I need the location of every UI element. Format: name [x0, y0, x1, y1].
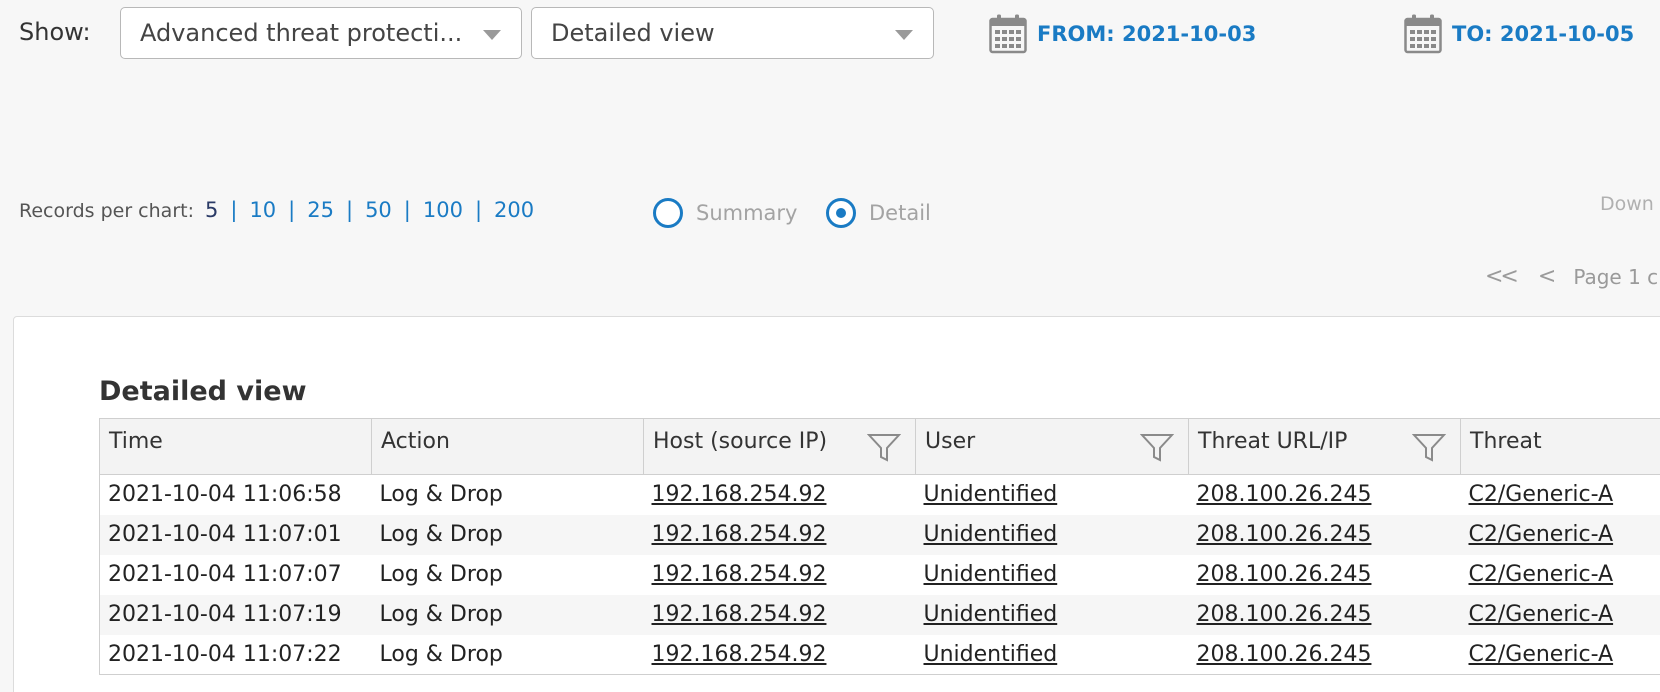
- to-date-picker[interactable]: TO: 2021-10-05: [1404, 14, 1634, 54]
- table-row: 2021-10-04 11:07:19 Log & Drop 192.168.2…: [99, 594, 1660, 635]
- col-header-label: Action: [381, 429, 450, 454]
- filter-icon[interactable]: [866, 433, 902, 469]
- records-per-chart-label: Records per chart:: [19, 200, 194, 222]
- records-option-5[interactable]: 5: [205, 198, 218, 222]
- cell-time: 2021-10-04 11:07:22: [99, 634, 372, 675]
- download-link[interactable]: Down: [1600, 193, 1654, 215]
- separator: |: [230, 198, 238, 222]
- chevron-down-icon: [483, 30, 501, 40]
- cell-action: Log & Drop: [371, 634, 644, 675]
- records-option-25[interactable]: 25: [307, 198, 334, 222]
- from-date-label[interactable]: FROM: 2021-10-03: [1037, 22, 1256, 46]
- col-header-time[interactable]: Time: [99, 418, 372, 475]
- cell-action: Log & Drop: [371, 594, 644, 635]
- cell-action: Log & Drop: [371, 514, 644, 555]
- col-header-threat-url[interactable]: Threat URL/IP: [1188, 418, 1461, 475]
- cell-host-link[interactable]: 192.168.254.92: [643, 514, 916, 555]
- table-row: 2021-10-04 11:07:22 Log & Drop 192.168.2…: [99, 634, 1660, 675]
- cell-user-link[interactable]: Unidentified: [915, 514, 1189, 555]
- cell-host-link[interactable]: 192.168.254.92: [644, 555, 916, 595]
- cell-time: 2021-10-04 11:07:19: [99, 594, 372, 635]
- detail-radio-label: Detail: [869, 201, 931, 225]
- cell-threat-url-link[interactable]: 208.100.26.245: [1189, 555, 1461, 595]
- separator: |: [288, 198, 296, 222]
- cell-threat-link[interactable]: C2/Generic-A: [1461, 475, 1660, 515]
- view-type-select[interactable]: Detailed view: [531, 7, 934, 59]
- calendar-icon: [1404, 14, 1442, 54]
- report-type-value: Advanced threat protecti...: [140, 19, 463, 47]
- cell-threat-link[interactable]: C2/Generic-A: [1461, 555, 1660, 595]
- table-row: 2021-10-04 11:06:58 Log & Drop 192.168.2…: [99, 474, 1660, 515]
- col-header-action[interactable]: Action: [371, 418, 644, 475]
- cell-threat-link[interactable]: C2/Generic-A: [1460, 634, 1660, 675]
- pager: << < Page 1 c: [1485, 264, 1658, 289]
- radio-circle-checked[interactable]: [826, 198, 856, 228]
- cell-host-link[interactable]: 192.168.254.92: [643, 634, 916, 675]
- col-header-label: Threat URL/IP: [1198, 429, 1348, 454]
- calendar-icon: [989, 14, 1027, 54]
- separator: |: [474, 198, 483, 222]
- prev-page-button[interactable]: <: [1538, 264, 1556, 289]
- cell-time: 2021-10-04 11:07:01: [99, 514, 372, 555]
- first-page-button[interactable]: <<: [1485, 264, 1519, 289]
- cell-time: 2021-10-04 11:06:58: [99, 474, 372, 515]
- summary-radio-label: Summary: [696, 201, 798, 225]
- separator: |: [345, 198, 354, 222]
- col-header-host[interactable]: Host (source IP): [643, 418, 916, 475]
- table-header-row: Time Action Host (source IP) User Threat…: [99, 418, 1660, 475]
- col-header-user[interactable]: User: [915, 418, 1189, 475]
- cell-time: 2021-10-04 11:07:07: [99, 554, 372, 595]
- cell-threat-link[interactable]: C2/Generic-A: [1460, 594, 1660, 635]
- cell-user-link[interactable]: Unidentified: [915, 594, 1189, 635]
- detail-radio[interactable]: Detail: [826, 198, 931, 228]
- cell-threat-url-link[interactable]: 208.100.26.245: [1188, 514, 1461, 555]
- col-header-label: Threat: [1470, 429, 1542, 454]
- separator: |: [403, 198, 411, 222]
- cell-host-link[interactable]: 192.168.254.92: [644, 475, 916, 515]
- chevron-down-icon: [895, 30, 913, 40]
- filter-icon[interactable]: [1411, 433, 1447, 469]
- cell-threat-link[interactable]: C2/Generic-A: [1460, 514, 1660, 555]
- cell-threat-url-link[interactable]: 208.100.26.245: [1188, 634, 1461, 675]
- col-header-threat[interactable]: Threat: [1460, 418, 1660, 475]
- summary-radio[interactable]: Summary: [653, 198, 797, 228]
- col-header-label: Host (source IP): [653, 429, 828, 454]
- cell-user-link[interactable]: Unidentified: [916, 475, 1189, 515]
- cell-user-link[interactable]: Unidentified: [916, 555, 1189, 595]
- radio-circle[interactable]: [653, 198, 683, 228]
- cell-threat-url-link[interactable]: 208.100.26.245: [1188, 594, 1461, 635]
- records-option-200[interactable]: 200: [494, 198, 534, 222]
- table-row: 2021-10-04 11:07:01 Log & Drop 192.168.2…: [99, 514, 1660, 555]
- cell-threat-url-link[interactable]: 208.100.26.245: [1189, 475, 1461, 515]
- cell-action: Log & Drop: [379, 482, 503, 508]
- report-type-select[interactable]: Advanced threat protecti...: [120, 7, 522, 59]
- detail-table: Time Action Host (source IP) User Threat…: [99, 418, 1660, 675]
- col-header-label: Time: [109, 429, 163, 454]
- records-option-10[interactable]: 10: [249, 198, 276, 222]
- from-date-picker[interactable]: FROM: 2021-10-03: [989, 14, 1256, 54]
- records-option-100[interactable]: 100: [423, 198, 463, 222]
- view-type-value: Detailed view: [551, 19, 715, 47]
- table-row: 2021-10-04 11:07:07 Log & Drop 192.168.2…: [99, 554, 1660, 595]
- cell-user-link[interactable]: Unidentified: [915, 634, 1189, 675]
- filter-icon[interactable]: [1139, 433, 1175, 469]
- records-option-50[interactable]: 50: [365, 198, 392, 222]
- page-indicator: Page 1 c: [1573, 264, 1659, 289]
- to-date-label[interactable]: TO: 2021-10-05: [1452, 22, 1634, 46]
- col-header-label: User: [925, 429, 976, 454]
- cell-host-link[interactable]: 192.168.254.92: [643, 594, 916, 635]
- show-label: Show:: [19, 18, 91, 46]
- cell-action: Log & Drop: [379, 562, 503, 587]
- section-title: Detailed view: [99, 376, 307, 407]
- records-per-chart: Records per chart: 5 | 10 | 25 | 50 | 10…: [19, 198, 534, 222]
